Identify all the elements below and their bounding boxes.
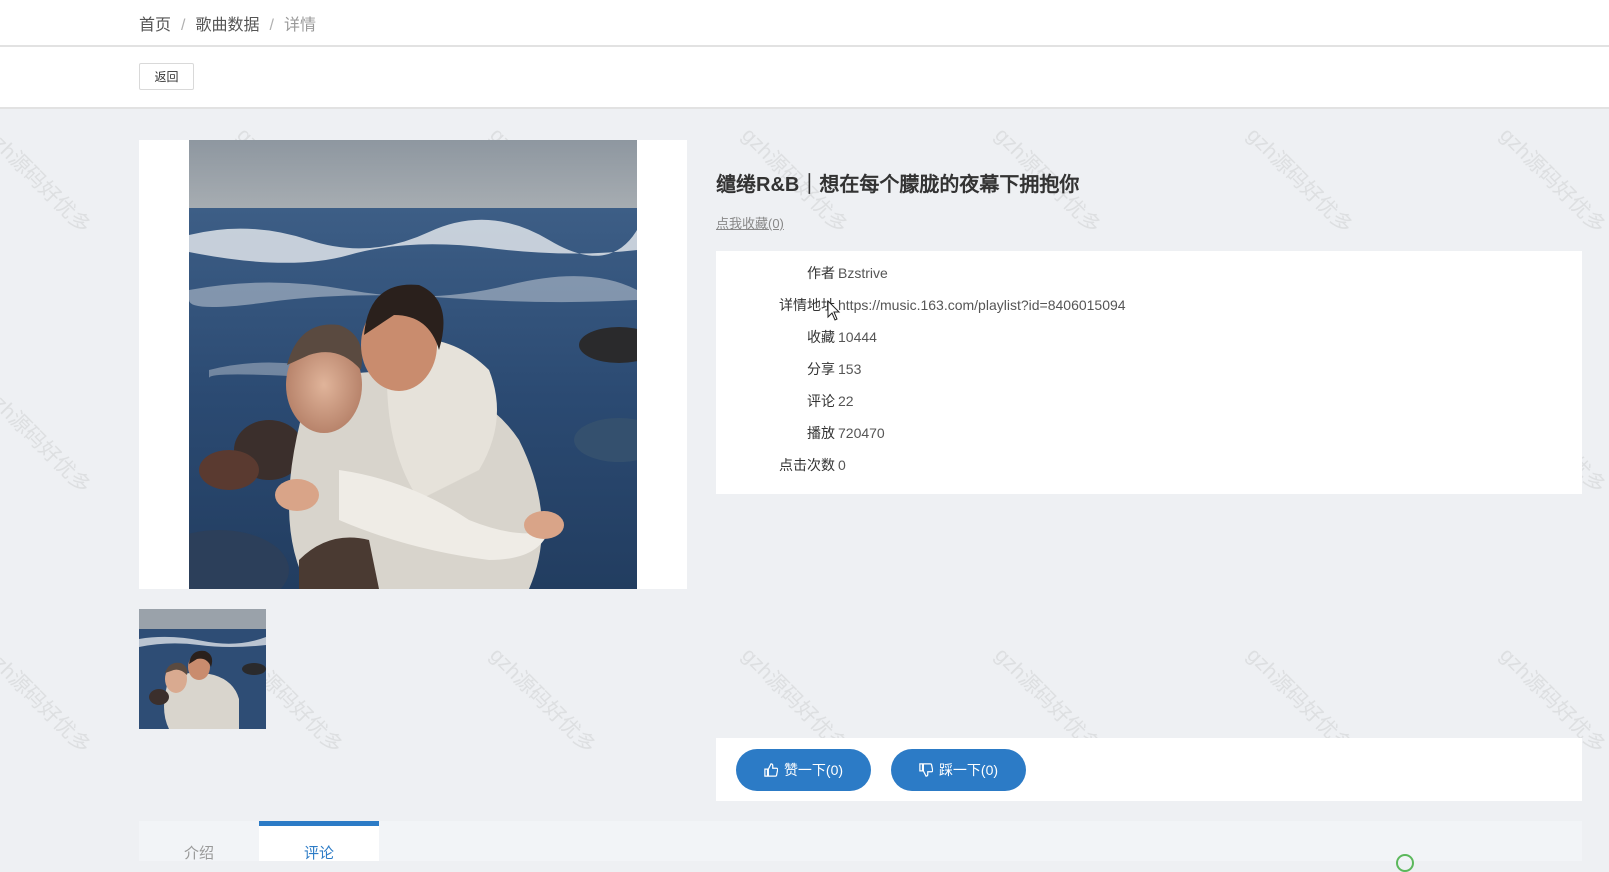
top-bar: 首页 / 歌曲数据 / 详情 [0,0,1609,47]
watermark-text: gzh源码好优多 [485,643,600,758]
detail-tabs: 介绍 评论 [139,821,1582,861]
watermark-text: gzh源码好优多 [0,123,95,238]
info-row-plays: 播放 720470 [716,421,1582,445]
vote-panel: 赞一下(0) 踩一下(0) [716,738,1582,801]
info-value: 153 [838,361,862,377]
thumbs-up-icon [764,763,778,777]
info-label: 播放 [807,425,835,441]
dislike-button[interactable]: 踩一下(0) [891,749,1026,791]
info-value: 720470 [838,425,885,441]
status-indicator-icon [1396,854,1414,872]
watermark-text: gzh源码好优多 [1495,123,1609,238]
playlist-title: 缱绻R&B｜想在每个朦胧的夜幕下拥抱你 [716,174,1080,196]
action-bar: 返回 [0,47,1609,109]
info-label: 收藏 [807,329,835,345]
dislike-label: 踩一下(0) [938,762,999,778]
info-label: 评论 [807,393,835,409]
breadcrumb: 首页 / 歌曲数据 / 详情 [139,11,316,35]
tab-comments[interactable]: 评论 [259,821,379,861]
breadcrumb-separator: / [181,17,186,34]
like-label: 赞一下(0) [783,762,844,778]
breadcrumb-home[interactable]: 首页 [139,17,171,34]
info-label: 点击次数 [779,457,835,473]
info-value: 0 [838,457,846,473]
breadcrumb-current: 详情 [283,17,316,34]
watermark-text: gzh源码好优多 [0,383,95,498]
info-value: Bzstrive [838,265,888,281]
info-row-author: 作者 Bzstrive [716,261,1582,285]
thumbnail-image[interactable] [139,609,266,729]
thumbs-down-icon [919,763,933,777]
back-button[interactable]: 返回 [139,63,194,90]
info-value-link[interactable]: https://music.163.com/playlist?id=840601… [838,293,1126,317]
info-row-comments: 评论 22 [716,389,1582,413]
info-card: 作者 Bzstrive 详情地址 https://music.163.com/p… [716,251,1582,494]
info-row-clicks: 点击次数 0 [716,453,1582,477]
watermark-text: gzh源码好优多 [1242,123,1357,238]
info-value: 22 [838,393,854,409]
info-label: 分享 [807,361,835,377]
info-row-url: 详情地址 https://music.163.com/playlist?id=8… [716,293,1582,317]
watermark-text: gzh源码好优多 [0,643,95,758]
breadcrumb-separator: / [269,17,274,34]
breadcrumb-section[interactable]: 歌曲数据 [195,17,259,34]
info-row-shares: 分享 153 [716,357,1582,381]
info-row-favorites: 收藏 10444 [716,325,1582,349]
like-button[interactable]: 赞一下(0) [736,749,871,791]
info-label: 作者 [807,265,835,281]
mouse-cursor-icon [827,300,841,321]
tab-intro[interactable]: 介绍 [139,821,259,861]
info-value: 10444 [838,329,877,345]
favorite-link[interactable]: 点我收藏(0) [716,213,784,232]
main-cover-image [189,140,637,589]
main-image-panel [139,140,687,589]
